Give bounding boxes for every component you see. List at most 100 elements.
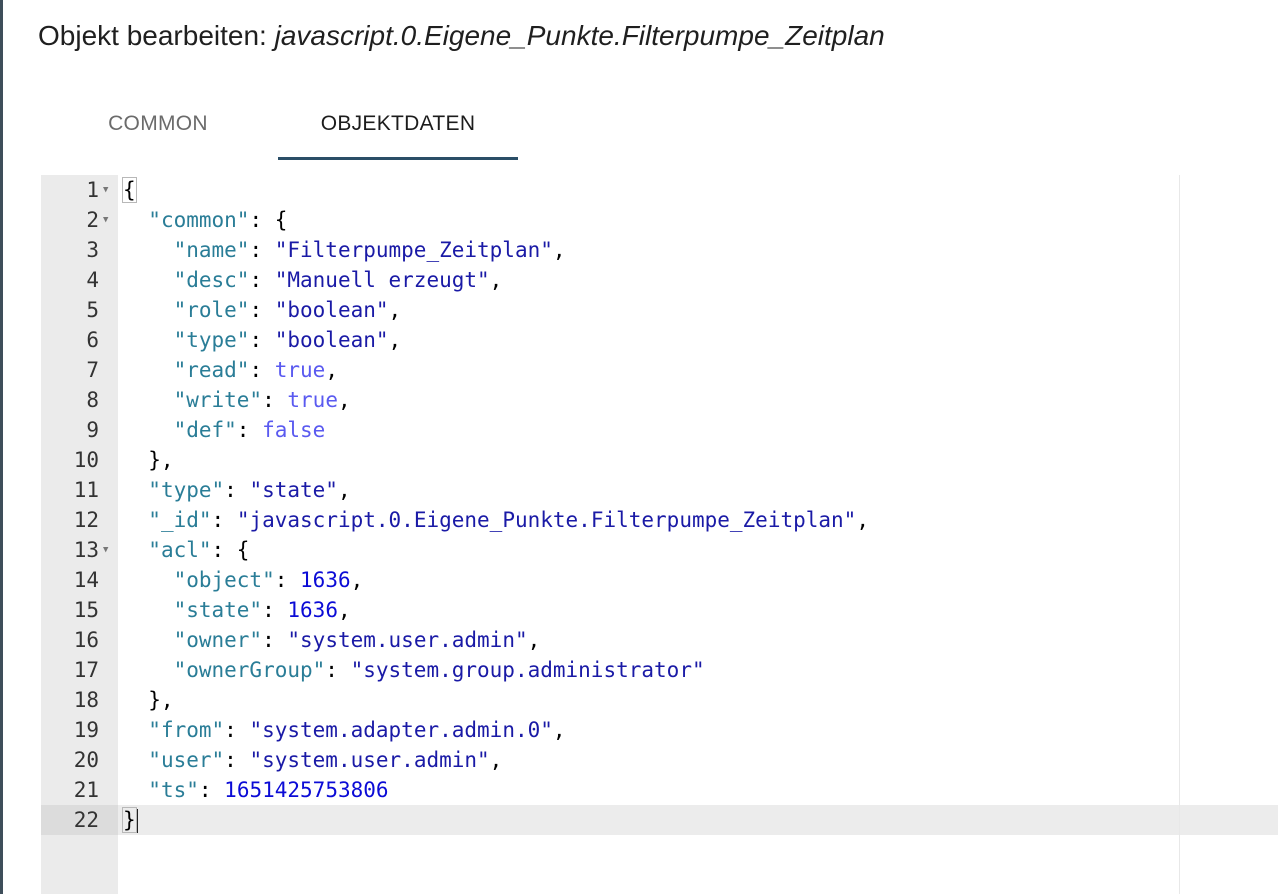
json-punctuation [123,538,148,562]
json-punctuation: : [249,238,275,262]
json-punctuation: : [262,388,288,412]
json-punctuation: : [249,358,275,382]
json-punctuation [123,778,148,802]
json-punctuation: : [274,568,301,592]
code-line-content: "role": "boolean", [123,295,402,325]
json-number-value: 1636 [287,598,338,622]
tab-common[interactable]: COMMON [38,88,278,160]
json-key: "read" [173,358,250,382]
json-key: "owner" [173,628,263,652]
json-punctuation: , [388,298,402,322]
json-punctuation: , [337,598,351,622]
line-number: 22 [73,808,99,832]
code-line-content: }, [123,445,173,475]
json-key: "user" [148,748,225,772]
line-number: 16 [73,628,99,652]
code-line-content: "name": "Filterpumpe_Zeitplan", [123,235,566,265]
json-code-editor[interactable]: 1 ▼{2 ▼ "common": {3 "name": "Filterpumpe_… [41,175,1278,894]
dialog-title: Objekt bearbeiten: javascript.0.Eigene_P… [38,20,885,52]
fold-toggle-icon[interactable]: ▼ [103,175,108,205]
json-punctuation [123,358,174,382]
code-line-content: "from": "system.adapter.admin.0", [123,715,566,745]
json-punctuation: }, [123,688,174,712]
json-punctuation: : [262,598,288,622]
code-line-content: "type": "boolean", [123,325,402,355]
json-key: "state" [173,598,263,622]
code-line-content: "user": "system.user.admin", [123,745,502,775]
json-punctuation: , [337,478,351,502]
code-line-content: } [122,805,139,835]
fold-toggle-icon[interactable]: ▼ [103,535,108,565]
json-number-value: 1636 [300,568,351,592]
line-number: 2 [86,208,99,232]
json-punctuation [123,388,174,412]
json-string-value: "system.user.admin" [287,628,528,652]
line-number: 20 [73,748,99,772]
json-punctuation [123,298,174,322]
line-number: 5 [86,298,99,322]
json-punctuation: , [388,328,402,352]
json-string-value: "Filterpumpe_Zeitplan" [274,238,553,262]
json-punctuation [123,748,148,772]
json-punctuation [123,718,148,742]
json-punctuation [123,478,148,502]
json-punctuation [123,208,148,232]
json-key: "write" [173,388,263,412]
matched-bracket: } [122,807,137,833]
json-punctuation: , [337,388,351,412]
json-punctuation [123,598,174,622]
json-punctuation: : [198,778,225,802]
json-key: "_id" [148,508,212,532]
code-line-content: "def": false [123,415,326,445]
json-punctuation [123,508,148,532]
json-key: "name" [173,238,250,262]
json-string-value: "state" [249,478,338,502]
json-key: "ts" [148,778,199,802]
json-string-value: "system.adapter.admin.0" [249,718,553,742]
line-number: 4 [86,268,99,292]
json-punctuation [123,238,174,262]
json-key: "type" [148,478,225,502]
dialog-title-object-id: javascript.0.Eigene_Punkte.Filterpumpe_Z… [274,20,885,51]
dialog-title-prefix: Objekt bearbeiten: [38,20,267,51]
line-number: 3 [86,238,99,262]
json-string-value: "Manuell erzeugt" [274,268,490,292]
json-key: "type" [173,328,250,352]
code-line-content: { [122,175,137,205]
json-punctuation: , [552,718,566,742]
json-punctuation: , [325,358,338,382]
json-punctuation [123,418,174,442]
json-punctuation: , [552,238,566,262]
json-punctuation: , [489,748,503,772]
code-line-content: "owner": "system.user.admin", [123,625,541,655]
tab-bar: COMMON OBJEKTDATEN [38,88,518,160]
json-punctuation: , [489,268,503,292]
tab-objektdaten[interactable]: OBJEKTDATEN [278,88,518,160]
json-boolean-value: false [262,418,326,442]
line-number: 9 [86,418,99,442]
active-line-highlight [118,805,1278,835]
json-punctuation: : [224,478,250,502]
matched-bracket: { [122,177,137,203]
code-line-content: "common": { [123,205,287,235]
line-number: 1 [86,178,99,202]
code-line-content: "state": 1636, [123,595,351,625]
window-left-edge [0,0,3,894]
json-boolean-value: true [287,388,338,412]
json-key: "desc" [173,268,250,292]
json-punctuation: : [325,658,351,682]
code-line-content: "_id": "javascript.0.Eigene_Punkte.Filte… [123,505,869,535]
line-number: 6 [86,328,99,352]
line-number: 14 [73,568,99,592]
json-number-value: 1651425753806 [224,778,389,802]
line-number: 18 [73,688,99,712]
json-punctuation [123,628,174,652]
line-number: 21 [73,778,99,802]
json-key: "object" [173,568,275,592]
code-line-content: "object": 1636, [123,565,364,595]
json-punctuation [123,658,174,682]
json-punctuation: : { [249,208,288,232]
line-number: 8 [86,388,99,412]
code-line-content: }, [123,685,174,715]
fold-toggle-icon[interactable]: ▼ [103,205,108,235]
